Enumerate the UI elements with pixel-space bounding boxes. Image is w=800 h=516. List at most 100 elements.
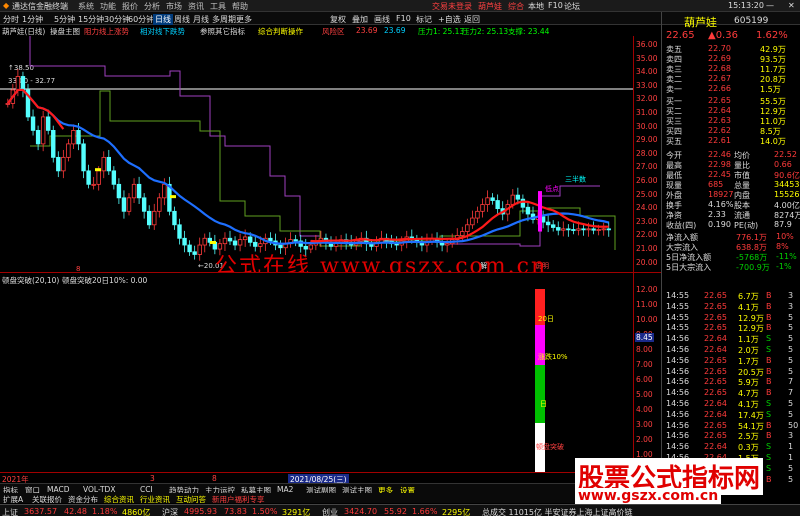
bid-row-cell: 22.64 (708, 106, 731, 115)
flow-row-cell: -11% (776, 252, 797, 261)
price-axis-label: 32.00 (636, 94, 658, 104)
tool-6[interactable]: 返回 (464, 14, 480, 25)
flow-row: 5日大宗流入 -700.9万 -1% (664, 262, 799, 272)
tick-row-cell: 22.65 (704, 301, 727, 311)
status-news-ticker[interactable]: 总成交 11015亿 半安证券上海上证高价链 (482, 507, 633, 516)
candle-body (596, 229, 601, 231)
tick-row-cell: 7 (788, 388, 794, 398)
price-axis: 36.00 35.00 34.00 33.00 32.00 31.00 30.00 29.00… (633, 36, 661, 272)
stat-row-cell: 22.46 (708, 150, 731, 159)
stat-row: 净资 2.33 流通 8274万 (664, 210, 800, 220)
period-tab-10[interactable]: 更多 (236, 14, 252, 25)
tick-row-cell: 14:56 (666, 420, 690, 430)
tick-row-cell: S (766, 345, 772, 354)
bid-row: 买一 22.65 55.5万 (664, 96, 799, 106)
ask-row: 卖二 22.67 20.8万 (664, 74, 799, 84)
menu-market[interactable]: 市场 (166, 1, 182, 12)
btn-forum[interactable]: 论坛 (564, 1, 580, 12)
candle-body (86, 170, 91, 185)
minimize-icon[interactable]: — (766, 1, 774, 10)
tick-row: 14:56 22.65 54.1万 B 50 (664, 421, 799, 431)
breakout-bar-label: 20日 (538, 315, 554, 323)
tick-row-cell: S (766, 442, 772, 452)
menu-quote[interactable]: 报价 (122, 1, 138, 12)
candle-body (510, 194, 515, 205)
menu-system[interactable]: 系统 (78, 1, 94, 12)
menu-tools[interactable]: 工具 (210, 1, 226, 12)
menu-help[interactable]: 帮助 (232, 1, 248, 12)
stat-row-cell: 0.190 (708, 220, 731, 229)
candle-body (237, 239, 243, 246)
status-index-value: 3424.70 (344, 507, 378, 516)
status-index-value: 3291亿 (282, 508, 311, 516)
stat-row-cell: 685 (708, 180, 724, 189)
flow-row: 大宗流入 638.8万 8% (664, 242, 799, 252)
tick-row-cell: 54.1万 (738, 421, 764, 431)
quote-price-row: 22.65 ▲0.36 1.62% (664, 30, 799, 42)
sub-chart-panel[interactable]: 顿盘突破(20,10) 顿盘突破20日10%: 0.00 20日 涨跌10% 日顿盘… (0, 272, 661, 474)
price-axis-label: 22.00 (636, 230, 658, 240)
menu-news[interactable]: 资讯 (188, 1, 204, 12)
period-tab-3[interactable]: 15分钟 (78, 14, 104, 25)
tool-1[interactable]: 叠加 (352, 14, 368, 25)
stat-row: 现量 685 总量 34453 (664, 180, 799, 190)
close-icon[interactable]: ✕ (788, 1, 795, 10)
price-axis-label: 36.00 (636, 40, 658, 49)
login-status[interactable]: 交易未登录 (432, 1, 472, 12)
tick-row-cell: 22.64 (704, 345, 727, 354)
candle-body (551, 224, 556, 228)
tick-row-cell: 5 (788, 474, 794, 484)
candle-body (177, 224, 182, 239)
candle-body (192, 251, 197, 255)
tick-row-cell: 14:56 (666, 399, 690, 408)
period-tab-1[interactable]: 1分钟 (22, 14, 43, 25)
tick-row-cell: 22.64 (704, 409, 727, 419)
tool-2[interactable]: 画线 (374, 14, 390, 25)
btn-comprehensive[interactable]: 综合 (508, 1, 524, 12)
period-tab-2[interactable]: 5分钟 (54, 14, 75, 25)
tick-row-cell: 7 (788, 377, 794, 387)
candle-body (561, 228, 566, 231)
period-tab-7[interactable]: 周线 (174, 14, 190, 25)
tool-4[interactable]: 标记 (416, 14, 432, 25)
menu-analysis[interactable]: 分析 (144, 1, 160, 12)
candle-body (581, 228, 586, 231)
stat-row: 最高 22.98 量比 0.66 (664, 160, 799, 170)
period-tab-8[interactable]: 月线 (193, 14, 209, 25)
menu-function[interactable]: 功能 (100, 1, 116, 12)
app-name: 通达信金融终端 (12, 2, 68, 11)
price-axis-label: 25.00 (636, 189, 658, 199)
indicator-info-row: 葫芦娃(日线) 操盘主图 阻力线上涨势 相对线下跌势 参照其它指标 综合判断操作… (0, 25, 640, 36)
btn-local[interactable]: 本地 (528, 1, 544, 12)
time-label-1: 3 (150, 474, 155, 483)
period-tab-9[interactable]: 多周期 (212, 14, 236, 25)
candle-body (152, 210, 157, 226)
quote-price: 22.65 (666, 30, 695, 41)
price-axis-label: 24.00 (636, 203, 658, 213)
tick-row-cell: 1 (788, 453, 794, 462)
tick-row-cell: 4.1万 (738, 302, 759, 312)
tool-3[interactable]: F10 (396, 14, 411, 23)
stat-row-cell: 22.52 (774, 150, 797, 159)
period-tab-5[interactable]: 60分钟 (128, 14, 154, 25)
tool-5[interactable]: +自选 (438, 14, 461, 25)
tick-row-cell: 22.65 (704, 431, 727, 441)
period-tab-6[interactable]: 日线 (153, 14, 173, 25)
main-chart[interactable]: 33.00 - 32.77↑38.50←20.01三半数低点解 说明8 (0, 36, 661, 272)
price-axis-label: 34.00 (636, 67, 658, 77)
btn-f10[interactable]: F10 (548, 1, 563, 10)
period-tab-4[interactable]: 30分钟 (104, 14, 130, 25)
status-index-value: 4995.93 (184, 507, 218, 516)
tick-row-cell: 14:55 (666, 312, 690, 322)
main-chart-panel[interactable]: 33.00 - 32.77 ↑38.50 ←20.01 三半数 低点解说明 8 36.00… (0, 36, 661, 272)
tick-row-cell: 50 (788, 420, 799, 430)
flow-row: 净流入额 776.1万 10% (664, 232, 799, 242)
stat-row: 最低 22.45 市值 90.6亿 (664, 170, 800, 180)
candle-body (136, 183, 142, 199)
period-tab-0[interactable]: 分时 (3, 14, 19, 25)
tick-row-cell: B (766, 366, 772, 376)
tool-0[interactable]: 复权 (330, 14, 346, 25)
candle-body (162, 183, 167, 199)
sub-chart[interactable]: 20日涨跌10% 日顿盘突破 (0, 273, 661, 473)
tick-row-cell: 2.5万 (738, 432, 759, 442)
